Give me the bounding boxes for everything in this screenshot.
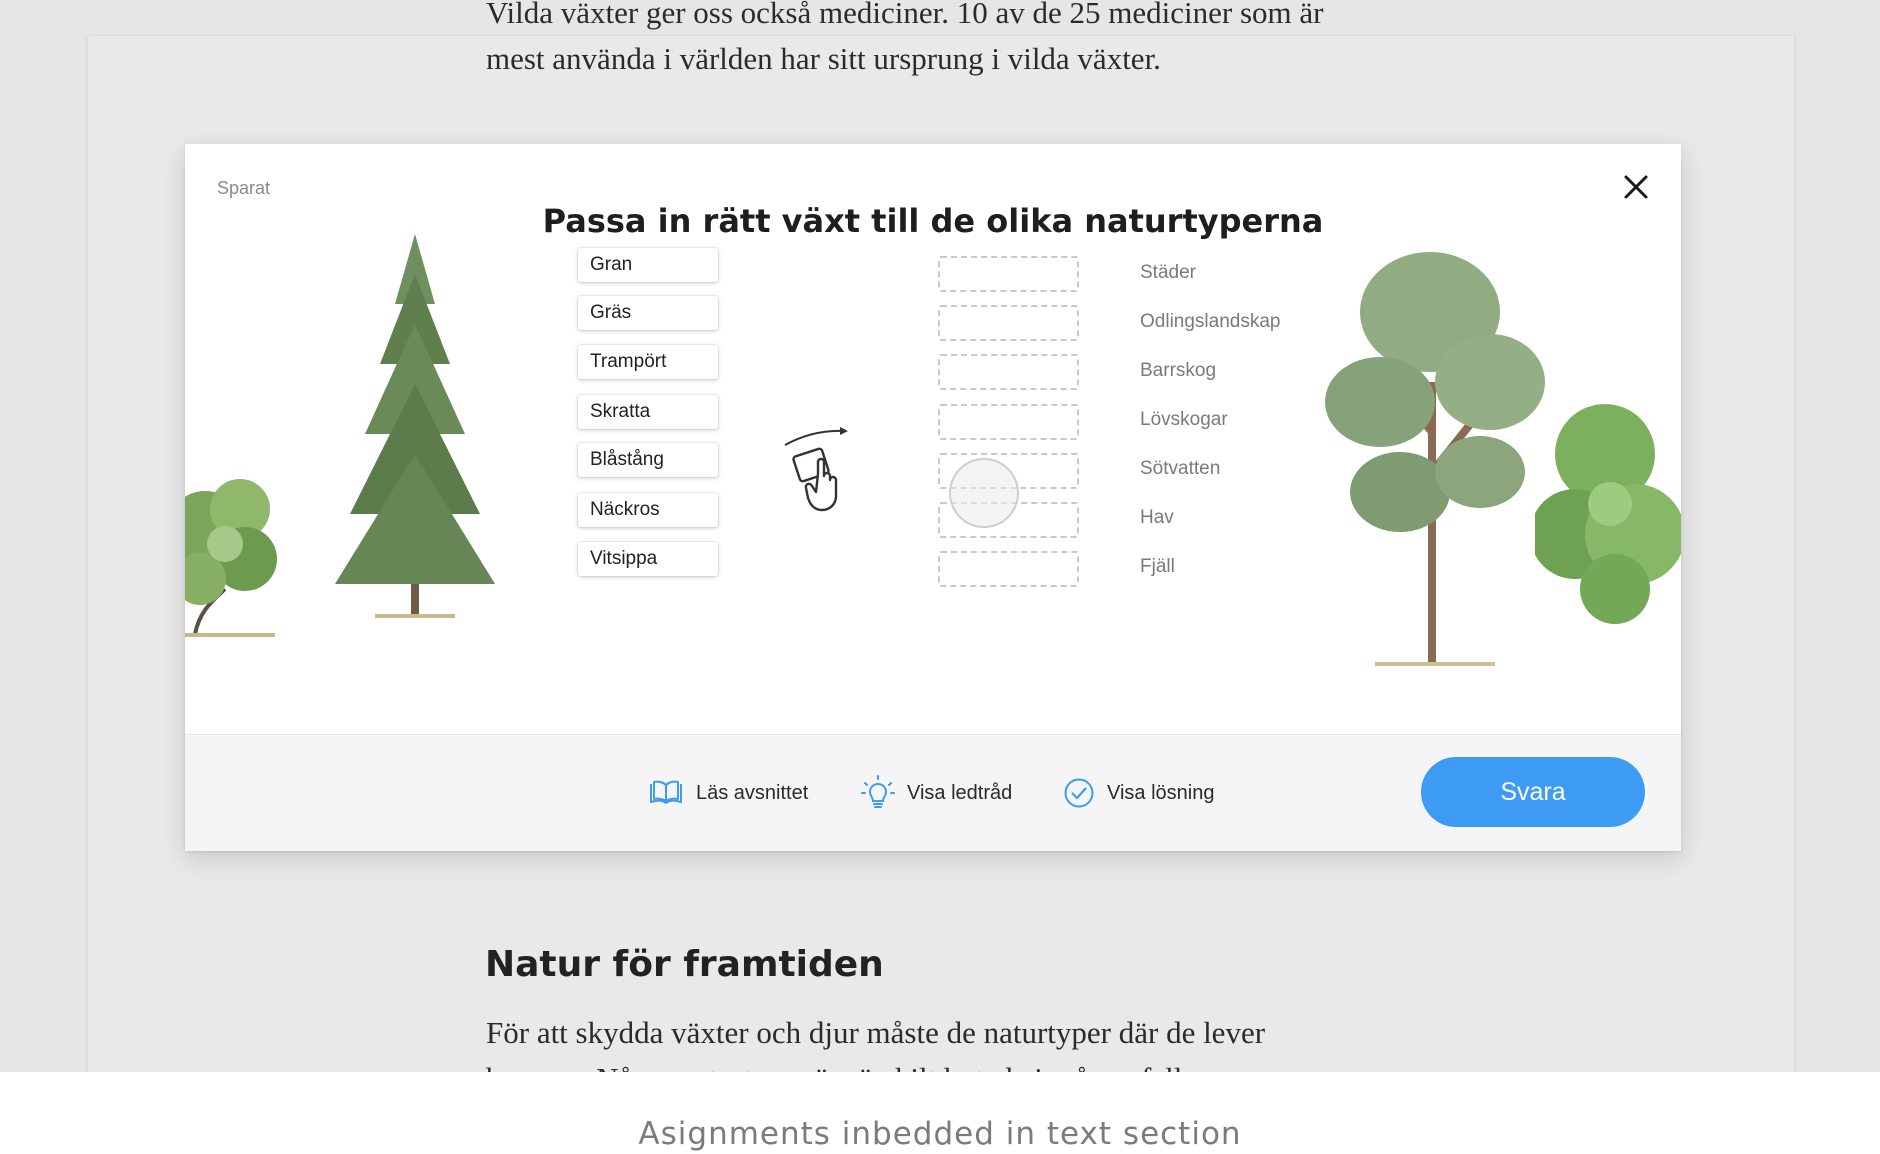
plant-chip-nackros[interactable]: Näckros bbox=[578, 493, 718, 527]
image-caption: Asignments inbedded in text section bbox=[638, 1116, 1242, 1152]
read-section-label: Läs avsnittet bbox=[696, 781, 809, 804]
section-line: För att skydda växter och djur måste de … bbox=[486, 1015, 1266, 1050]
bush-illustration-right bbox=[1535, 404, 1681, 624]
assignment-footer: Läs avsnittet Visa ledtråd Visa lösning … bbox=[185, 734, 1681, 851]
habitat-label-odlingslandskap: Odlingslandskap bbox=[1140, 311, 1281, 332]
read-section-button[interactable]: Läs avsnittet bbox=[648, 773, 808, 813]
plant-chip-blastang[interactable]: Blåstång bbox=[578, 443, 718, 477]
drop-slot-barrskog[interactable] bbox=[938, 354, 1079, 390]
plant-chip-vitsippa[interactable]: Vitsippa bbox=[578, 542, 718, 576]
spruce-illustration bbox=[335, 234, 495, 618]
show-solution-label: Visa lösning bbox=[1107, 781, 1215, 804]
show-hint-label: Visa ledtråd bbox=[907, 781, 1013, 804]
check-circle-icon bbox=[1064, 778, 1094, 808]
plant-chip-skratta[interactable]: Skratta bbox=[578, 395, 718, 429]
show-solution-button[interactable]: Visa lösning bbox=[1063, 773, 1214, 813]
habitat-label-sotvatten: Sötvatten bbox=[1140, 458, 1221, 479]
habitat-label-fjall: Fjäll bbox=[1140, 556, 1175, 577]
drop-slot-lovskogar[interactable] bbox=[938, 404, 1079, 440]
drop-slot-odlingslandskap[interactable] bbox=[938, 305, 1079, 341]
lightbulb-icon bbox=[861, 775, 895, 808]
drag-hand-icon bbox=[784, 427, 848, 512]
section-line: bevaras. Några naturtyper är särskilt ho… bbox=[486, 1056, 1386, 1072]
drop-slot-stader[interactable] bbox=[938, 256, 1079, 292]
habitat-label-hav: Hav bbox=[1140, 507, 1174, 528]
drop-slot-fjall[interactable] bbox=[938, 551, 1079, 587]
assignment-modal: Sparat Passa in rätt växt till de olika … bbox=[185, 144, 1681, 851]
saved-status: Sparat bbox=[217, 178, 271, 198]
intro-line: Vilda växter ger oss också mediciner. 10… bbox=[486, 0, 1324, 30]
section-heading: Natur för framtiden bbox=[485, 944, 884, 985]
pine-illustration bbox=[1325, 252, 1545, 666]
bush-illustration-left bbox=[185, 479, 277, 637]
habitat-label-barrskog: Barrskog bbox=[1140, 360, 1217, 381]
intro-paragraph: Vilda växter ger oss också mediciner. 10… bbox=[486, 0, 1386, 82]
show-hint-button[interactable]: Visa ledtråd bbox=[861, 773, 1012, 813]
caption-bar: Asignments inbedded in text section bbox=[0, 1072, 1880, 1154]
habitat-label-stader: Städer bbox=[1140, 262, 1196, 283]
habitat-label-lovskogar: Lövskogar bbox=[1140, 409, 1228, 430]
plant-chip-gras[interactable]: Gräs bbox=[578, 296, 718, 330]
drag-cursor-indicator bbox=[949, 458, 1019, 528]
plant-chip-trampoert[interactable]: Trampört bbox=[578, 345, 718, 379]
intro-line: mest använda i världen har sitt ursprung… bbox=[486, 41, 1161, 76]
plant-chip-gran[interactable]: Gran bbox=[578, 248, 718, 282]
book-icon bbox=[650, 780, 682, 804]
answer-button[interactable]: Svara bbox=[1421, 757, 1645, 827]
section-paragraph: För att skydda växter och djur måste de … bbox=[486, 1010, 1386, 1072]
